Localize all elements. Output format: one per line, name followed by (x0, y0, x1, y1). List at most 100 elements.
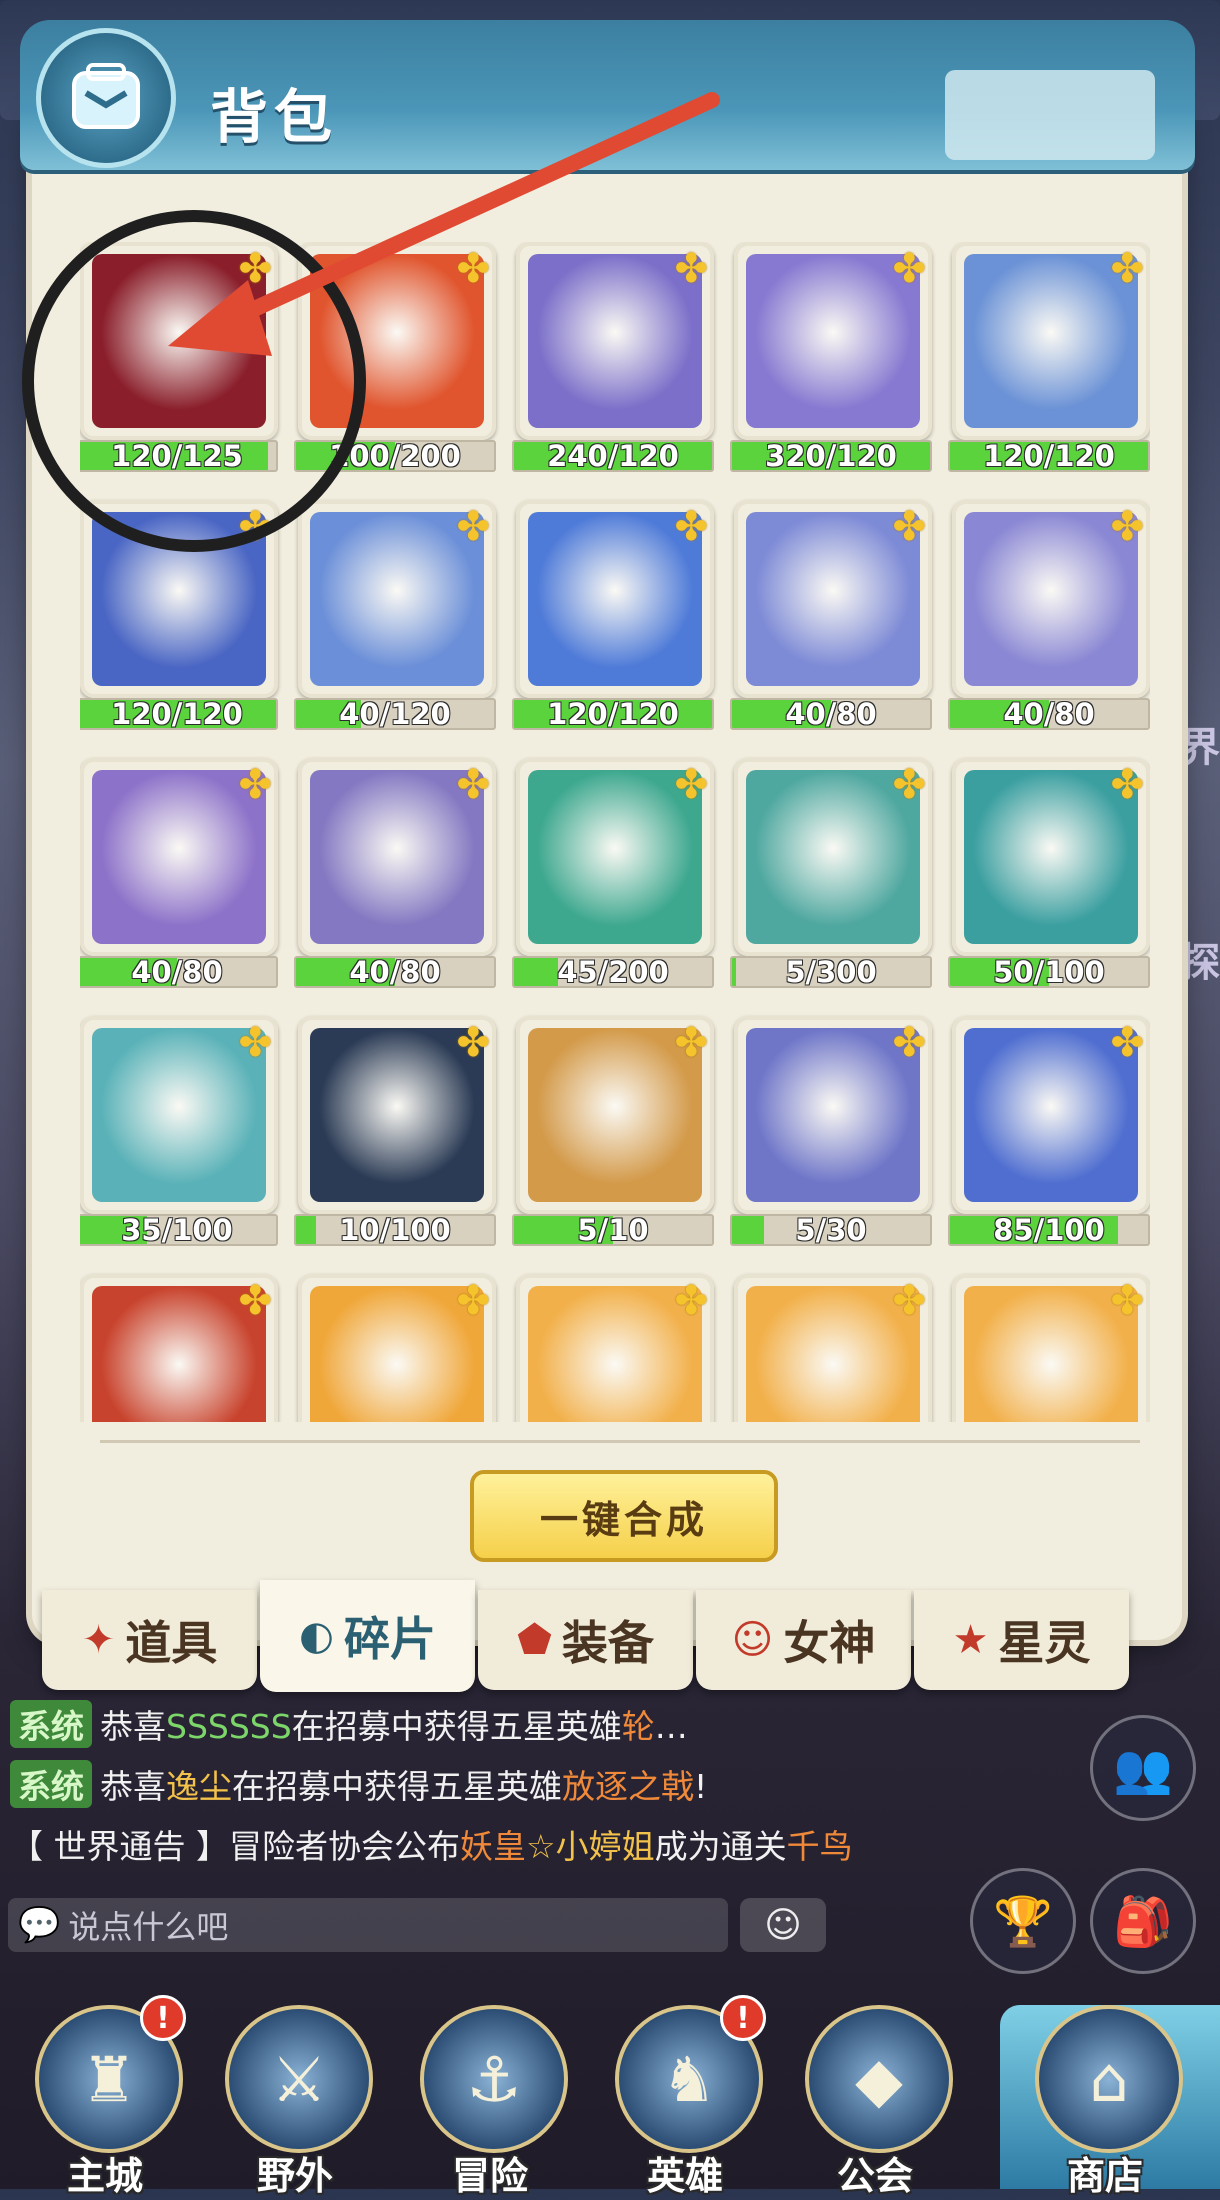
tab-fragment[interactable]: ◐ 碎片 (260, 1580, 475, 1692)
progress-text: 40/80 (1003, 698, 1095, 730)
nav-guild[interactable]: ◆ 公会 (780, 1985, 970, 2198)
progress-text: 40/80 (131, 956, 223, 988)
item-icon: ✦ (81, 1617, 116, 1663)
chat-input[interactable]: 💬 说点什么吧 (8, 1898, 728, 1952)
stage-name[interactable]: 千鸟 (787, 1827, 853, 1866)
nav-shop[interactable]: ⌂ 商店 (1010, 1985, 1200, 2198)
player-name[interactable]: 逸尘 (166, 1767, 232, 1806)
fragment-clover-icon: ✤ (238, 762, 272, 808)
fragment-item[interactable]: ✤ 120/120 (948, 242, 1150, 472)
progress-text: 5/300 (785, 956, 877, 988)
fragment-item[interactable]: ✤ 45/200 (512, 758, 716, 988)
fragment-clover-icon: ✤ (238, 1020, 272, 1066)
progress-text: 40/80 (785, 698, 877, 730)
player-name[interactable]: 小婷姐 (556, 1827, 655, 1866)
fragment-clover-icon: ✤ (456, 762, 490, 808)
fragment-progress-bar: 50/100 (948, 956, 1150, 988)
fragment-progress-bar: 40/80 (730, 698, 932, 730)
world-side-label: 界 (1180, 725, 1220, 771)
alert-badge: ! (140, 1995, 186, 2041)
fragment-item[interactable]: ✤ (80, 1274, 280, 1422)
backpack-icon: 🎒 (1113, 1893, 1173, 1950)
system-badge: 系统 (10, 1760, 92, 1808)
one-click-merge-button[interactable]: 一键合成 (470, 1470, 778, 1562)
wild-icon: ⚔ (225, 2005, 373, 2153)
fragment-item[interactable]: ✤ 10/100 (294, 1016, 498, 1246)
player-name[interactable]: 妖皇 (460, 1827, 526, 1866)
fragment-progress-bar: 5/10 (512, 1214, 714, 1246)
nav-label: 野外 (256, 2154, 333, 2198)
category-tabs: ✦ 道具 ◐ 碎片 ⬟ 装备 ☺ 女神 ★ 星灵 (42, 1580, 1192, 1692)
hero-name[interactable]: 放逐之戟 (562, 1767, 694, 1806)
fragment-item[interactable]: ✤ 5/10 (512, 1016, 716, 1246)
progress-text: 85/100 (993, 1214, 1105, 1246)
adventure-icon: ⚓ (420, 2005, 568, 2153)
fragment-progress-bar: 40/80 (80, 956, 278, 988)
shop-icon: ⌂ (1035, 2005, 1183, 2153)
fragment-clover-icon: ✤ (1110, 1020, 1144, 1066)
fragment-progress-bar: 40/80 (948, 698, 1150, 730)
fragment-item[interactable]: ✤ (952, 1274, 1150, 1422)
progress-text: 320/120 (765, 440, 897, 472)
fragment-item[interactable]: ✤ 120/120 (512, 500, 716, 730)
system-badge: 系统 (10, 1700, 92, 1748)
nav-label: 冒险 (451, 2154, 528, 2198)
chat-text: 【 世界通告 】冒险者协会公布 (10, 1827, 460, 1866)
grid-divider (100, 1440, 1140, 1443)
fragment-clover-icon: ✤ (456, 246, 490, 292)
fragment-item[interactable]: ✤ 35/100 (80, 1016, 280, 1246)
nav-castle[interactable]: ♜ 主城! (10, 1985, 200, 2198)
tab-equipment[interactable]: ⬟ 装备 (478, 1590, 693, 1690)
fragment-item[interactable]: ✤ 50/100 (948, 758, 1150, 988)
fragment-item[interactable]: ✤ 40/120 (294, 500, 498, 730)
fragment-progress-bar: 120/120 (80, 698, 278, 730)
hero-name[interactable]: 轮 (622, 1707, 655, 1746)
nav-wild[interactable]: ⚔ 野外 (200, 1985, 390, 2198)
friends-button[interactable]: 👥 (1090, 1715, 1196, 1821)
fragment-item[interactable]: ✤ 320/120 (730, 242, 934, 472)
fragment-item[interactable]: ✤ (516, 1274, 716, 1422)
fragment-item[interactable]: ✤ 5/300 (730, 758, 934, 988)
fragment-clover-icon: ✤ (456, 1020, 490, 1066)
player-name[interactable]: SSSSSS (166, 1707, 292, 1746)
fragment-item[interactable]: ✤ (734, 1274, 934, 1422)
fragment-progress-bar: 320/120 (730, 440, 932, 472)
chat-text: 在招募中获得五星英雄 (291, 1707, 622, 1746)
fragment-item[interactable]: ✤ 240/120 (512, 242, 716, 472)
tab-goddess[interactable]: ☺ 女神 (696, 1590, 911, 1690)
fragment-progress-bar: 120/120 (512, 698, 714, 730)
explore-side-label: 探 (1180, 940, 1220, 986)
progress-text: 240/120 (547, 440, 679, 472)
alert-badge: ! (720, 1995, 766, 2041)
star-spirit-icon: ★ (952, 1617, 989, 1663)
fragment-clover-icon: ✤ (456, 504, 490, 550)
guild-icon: ◆ (805, 2005, 953, 2153)
chat-bubble-icon: 💬 (18, 1905, 61, 1945)
fragment-progress-bar: 240/120 (512, 440, 714, 472)
ranking-button[interactable]: 🏆 (970, 1868, 1076, 1974)
fragment-item[interactable]: ✤ 85/100 (948, 1016, 1150, 1246)
chat-text: 恭喜 (100, 1767, 166, 1806)
panel-header (20, 20, 1195, 170)
tab-label: 道具 (125, 1616, 218, 1670)
fragment-clover-icon: ✤ (674, 1278, 708, 1324)
tab-item[interactable]: ✦ 道具 (42, 1590, 257, 1690)
fragment-item[interactable]: ✤ 40/80 (294, 758, 498, 988)
fragment-item[interactable]: ✤ (298, 1274, 498, 1422)
emoji-button[interactable]: ☺ (740, 1898, 826, 1952)
header-decoration (945, 70, 1155, 160)
fragment-item[interactable]: ✤ 40/80 (948, 500, 1150, 730)
fragment-clover-icon: ✤ (892, 246, 926, 292)
fragment-item[interactable]: ✤ 40/80 (80, 758, 280, 988)
progress-text: 10/100 (339, 1214, 451, 1246)
fragment-item[interactable]: ✤ 5/30 (730, 1016, 934, 1246)
nav-hero[interactable]: ♞ 英雄! (590, 1985, 780, 2198)
fragment-clover-icon: ✤ (1110, 762, 1144, 808)
star-glyph: ☆ (525, 1827, 556, 1866)
fragment-item[interactable]: ✤ 40/80 (730, 500, 934, 730)
tab-star-spirit[interactable]: ★ 星灵 (914, 1590, 1129, 1690)
backpack-shortcut-button[interactable]: 🎒 (1090, 1868, 1196, 1974)
chat-input-placeholder: 说点什么吧 (68, 1908, 229, 1946)
nav-adventure[interactable]: ⚓ 冒险 (395, 1985, 585, 2198)
progress-text: 35/100 (121, 1214, 233, 1246)
